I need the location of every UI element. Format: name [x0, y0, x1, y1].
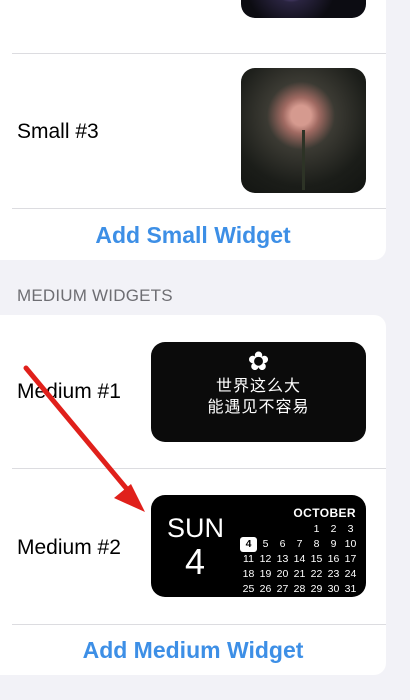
- calendar-day-cell: 18: [242, 568, 255, 580]
- calendar-day-cell: 6: [279, 538, 286, 550]
- small-widget-3-label[interactable]: Small #3: [17, 120, 99, 144]
- calendar-day-cell: 26: [259, 583, 272, 595]
- calendar-day-cell: 24: [344, 568, 357, 580]
- calendar-blank-cell: [257, 522, 274, 537]
- calendar-day-cell: 2: [330, 523, 337, 535]
- calendar-date: 4: [185, 541, 206, 582]
- calendar-day-cell: 20: [276, 568, 289, 580]
- calendar-day-cell: 1: [313, 523, 320, 535]
- calendar-day-cell: 3: [347, 523, 354, 535]
- divider: [12, 208, 386, 209]
- calendar-day-cell: 23: [327, 568, 340, 580]
- medium-widget-1-preview[interactable]: ✿ 世界这么大 能遇见不容易: [151, 342, 366, 442]
- rose-stem: [302, 130, 305, 190]
- calendar-weekday: SUN: [167, 513, 225, 543]
- medium-widget-1-label[interactable]: Medium #1: [17, 380, 121, 404]
- calendar-blank-cell: [274, 522, 291, 537]
- flower-icon: ✿: [247, 346, 270, 376]
- calendar-day-cell: 22: [310, 568, 323, 580]
- calendar-day-cell: 8: [313, 538, 320, 550]
- small-widget-preview-2[interactable]: [241, 0, 366, 18]
- divider: [12, 53, 386, 54]
- medium-widgets-header: MEDIUM WIDGETS: [17, 286, 173, 305]
- divider: [12, 624, 386, 625]
- calendar-day-cell: 28: [293, 583, 306, 595]
- medium-widget-2-preview[interactable]: SUN 4 OCTOBER 1 2 3 4 5 6 7 8 9 10 11 12 13 14 15 16 17 1…: [151, 495, 366, 597]
- add-medium-widget-button[interactable]: Add Medium Widget: [0, 637, 386, 664]
- calendar-day-cell: 31: [344, 583, 357, 595]
- calendar-day-cell: 14: [293, 553, 306, 565]
- calendar-day-cell: 17: [344, 553, 357, 565]
- calendar-day-cell: 9: [330, 538, 337, 550]
- calendar-day-cell: 21: [293, 568, 306, 580]
- medium-widget-2-label[interactable]: Medium #2: [17, 536, 121, 560]
- calendar-day-cell: 7: [296, 538, 303, 550]
- small-widget-3-preview[interactable]: [241, 68, 366, 193]
- quote-line-2: 能遇见不容易: [207, 399, 310, 416]
- add-small-widget-button[interactable]: Add Small Widget: [0, 222, 386, 249]
- calendar-day-cell: 29: [310, 583, 323, 595]
- quote-line-1: 世界这么大: [215, 378, 301, 395]
- calendar-blank-cell: [240, 522, 257, 537]
- calendar-blank-cell: [291, 522, 308, 537]
- calendar-month: OCTOBER: [293, 506, 356, 520]
- calendar-grid: 1 2 3 4 5 6 7 8 9 10 11 12 13 14 15 16 17 18 19 20 21 22 23 24 2…: [240, 522, 360, 597]
- small-widgets-card: Small #3 Add Small Widget: [0, 0, 386, 260]
- calendar-day-cell: 12: [259, 553, 272, 565]
- calendar-day-cell: 15: [310, 553, 323, 565]
- calendar-day-cell: 5: [262, 538, 269, 550]
- calendar-day-cell: 10: [344, 538, 357, 550]
- calendar-day-cell: 25: [242, 583, 255, 595]
- calendar-day-cell: 27: [276, 583, 289, 595]
- calendar-day-cell: 13: [276, 553, 289, 565]
- divider: [12, 468, 386, 469]
- calendar-day-cell: 16: [327, 553, 340, 565]
- calendar-day-cell: 19: [259, 568, 272, 580]
- calendar-day-cell: 11: [243, 553, 254, 565]
- calendar-day-cell: 30: [327, 583, 340, 595]
- calendar-day-cell: 4: [240, 537, 257, 552]
